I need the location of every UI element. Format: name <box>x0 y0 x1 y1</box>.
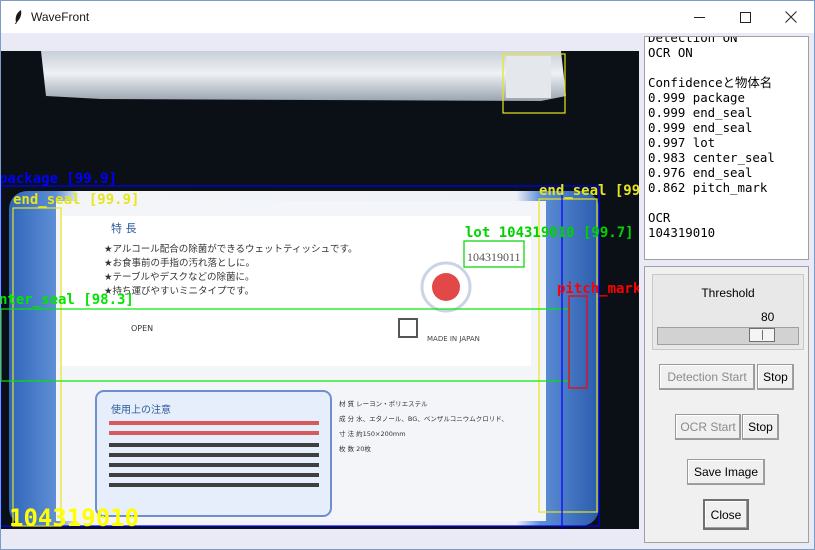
note-line-4 <box>109 473 319 477</box>
spec-count: 枚 数 20枚 <box>339 444 371 453</box>
spec-size: 寸 法 約150×200mm <box>339 429 406 438</box>
end-seal-label-left: end_seal [99.9] <box>13 192 139 208</box>
ocr-overlay-text: 104319010 <box>9 504 139 529</box>
lot-label-text: lot 104319010 [99.7] <box>465 225 634 241</box>
maximize-button[interactable] <box>722 1 768 33</box>
ocr-start-button[interactable]: OCR Start <box>675 414 741 440</box>
threshold-slider[interactable] <box>657 327 799 345</box>
seal-logo-center <box>432 273 460 301</box>
detection-start-button[interactable]: Detection Start <box>659 364 755 390</box>
close-icon <box>785 11 797 23</box>
notes-title: 使用上の注意 <box>111 403 171 416</box>
open-text: OPEN <box>131 324 153 333</box>
note-line-5 <box>109 483 319 487</box>
feature-line-3: ★テーブルやデスクなどの除菌に。 <box>104 271 254 283</box>
spec-material: 材 質 レーヨン・ポリエステル <box>339 399 428 408</box>
top-package <box>41 51 566 101</box>
control-panel: Threshold 80 Detection Start Stop OCR St… <box>644 266 809 543</box>
detection-log-text: Detection ON OCR ON Confidenceと物体名 0.999… <box>648 36 775 240</box>
app-window: WaveFront 特 長 ★アルコール配合の除菌ができるウェットティッシュです… <box>0 0 815 550</box>
note-line-1 <box>109 443 319 447</box>
window-title: WaveFront <box>31 10 90 24</box>
threshold-value: 80 <box>761 310 775 324</box>
maximize-icon <box>739 11 751 23</box>
pitch-mark-label-text: pitch_mark <box>557 281 639 297</box>
threshold-label: Threshold <box>701 286 755 300</box>
camera-frame: 特 長 ★アルコール配合の除菌ができるウェットティッシュです。 ★お食事前の手指… <box>1 51 639 529</box>
detection-stop-button[interactable]: Stop <box>757 364 794 390</box>
ocr-stop-button[interactable]: Stop <box>742 414 779 440</box>
spec-ingredients: 成 分 水、エタノール、BG、ベンザルコニウムクロリド、 <box>339 414 508 423</box>
minimize-button[interactable] <box>676 1 722 33</box>
feature-line-1: ★アルコール配合の除菌ができるウェットティッシュです。 <box>104 243 358 255</box>
feature-line-2: ★お食事前の手指の汚れ落としに。 <box>104 257 255 269</box>
note-line-3 <box>109 463 319 467</box>
minimize-icon <box>693 16 705 18</box>
end-seal-label-right: end_seal [99 <box>539 183 639 199</box>
top-package-seal <box>506 56 551 98</box>
warning-line-2 <box>109 431 319 435</box>
note-line-2 <box>109 453 319 457</box>
package-label-text: package [99.9] <box>1 171 117 187</box>
close-window-button[interactable] <box>768 1 814 33</box>
close-button[interactable]: Close <box>703 499 749 530</box>
detection-log-panel[interactable]: Detection ON OCR ON Confidenceと物体名 0.999… <box>644 36 809 260</box>
feather-icon <box>15 10 22 24</box>
threshold-slider-thumb[interactable] <box>749 328 775 342</box>
title-bar[interactable]: WaveFront <box>1 1 814 33</box>
camera-view: 特 長 ★アルコール配合の除菌ができるウェットティッシュです。 ★お食事前の手指… <box>1 51 639 529</box>
threshold-group: Threshold 80 <box>652 274 804 350</box>
save-image-button[interactable]: Save Image <box>687 459 765 485</box>
center-seal-label-text: nter_seal [98.3] <box>1 292 134 308</box>
feature-heading: 特 長 <box>111 221 137 235</box>
warning-line-1 <box>109 421 319 425</box>
made-in-text: MADE IN JAPAN <box>427 335 480 343</box>
printed-lot-number: 104319011 <box>467 250 521 264</box>
